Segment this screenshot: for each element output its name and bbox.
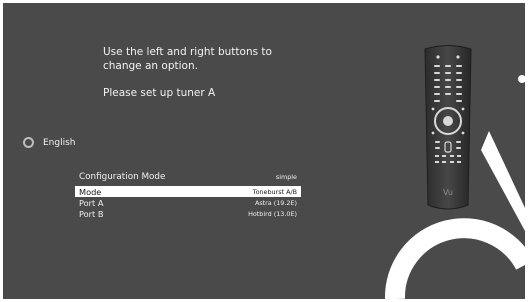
remote-control-icon: Vu xyxy=(424,45,472,210)
config-value: Astra (19.2E) xyxy=(254,198,297,207)
config-value: simple xyxy=(275,172,297,181)
config-label: Port B xyxy=(79,208,104,219)
config-value: Hotbird (13.0E) xyxy=(248,209,297,218)
config-value: Toneburst A/B xyxy=(252,187,297,196)
tv-screen: Use the left and right buttons to change… xyxy=(3,3,525,299)
config-list: Configuration Mode simple Mode Toneburst… xyxy=(75,170,301,219)
config-row-configuration-mode[interactable]: Configuration Mode simple xyxy=(75,170,301,183)
remote-brand-mark: Vu xyxy=(443,188,453,197)
tuner-prompt: Please set up tuner A xyxy=(103,87,216,99)
instruction-line-1: Use the left and right buttons to xyxy=(103,46,272,58)
config-row-port-a[interactable]: Port A Astra (19.2E) xyxy=(75,197,301,208)
language-label: English xyxy=(43,137,76,148)
language-selector[interactable]: English xyxy=(23,137,76,148)
config-row-port-b[interactable]: Port B Hotbird (13.0E) xyxy=(75,208,301,219)
config-row-mode[interactable]: Mode Toneburst A/B xyxy=(75,186,301,197)
instructions: Use the left and right buttons to change… xyxy=(103,45,323,100)
config-label: Port A xyxy=(79,197,104,208)
radio-icon xyxy=(23,137,34,148)
config-label: Configuration Mode xyxy=(79,171,166,182)
instruction-line-2: change an option. xyxy=(103,60,198,72)
config-label: Mode xyxy=(79,186,102,197)
